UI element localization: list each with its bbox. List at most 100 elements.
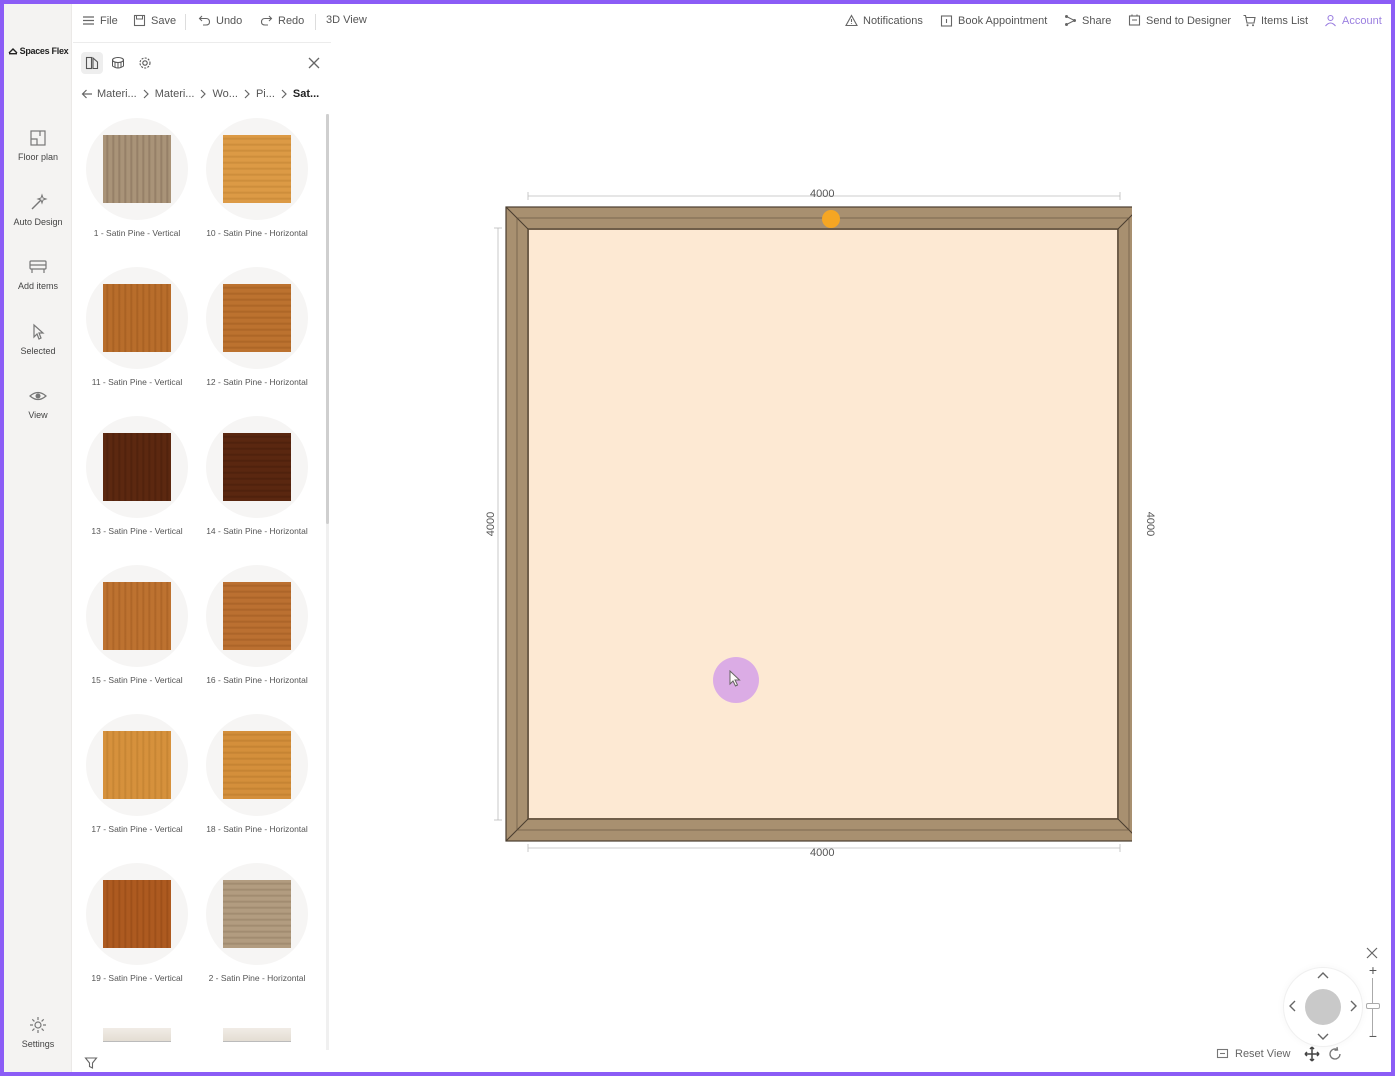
material-swatch-tile[interactable]: 16 - Satin Pine - Horizontal <box>201 565 313 705</box>
material-swatch-tile[interactable]: 1 - Satin Pine - Vertical <box>81 118 193 258</box>
rail-item-floor-plan[interactable]: Floor plan <box>4 128 72 162</box>
filter-icon[interactable] <box>84 1056 98 1070</box>
mouse-pointer-icon <box>729 670 741 687</box>
material-swatch-tile[interactable]: 10 - Satin Pine - Horizontal <box>201 118 313 258</box>
chevron-left-icon[interactable] <box>1286 999 1300 1013</box>
rail-item-add-items[interactable]: Add items <box>4 257 72 291</box>
breadcrumb-item[interactable]: Materi... <box>97 88 137 100</box>
material-swatch-tile[interactable]: 14 - Satin Pine - Horizontal <box>201 416 313 556</box>
rail-item-label: Add items <box>17 281 59 291</box>
cursor-indicator <box>713 657 759 703</box>
chevron-up-icon[interactable] <box>1316 969 1330 983</box>
tab-texture[interactable] <box>107 52 129 74</box>
3d-view-label: 3D View <box>326 14 367 26</box>
breadcrumb-item[interactable]: Pi... <box>256 88 275 100</box>
rail-item-label: Auto Design <box>13 217 63 227</box>
zoom-slider-handle[interactable] <box>1366 1003 1380 1009</box>
share-label: Share <box>1082 14 1112 27</box>
share-button[interactable]: Share <box>1064 14 1111 27</box>
brand-name: Spaces Flex <box>19 46 69 56</box>
calendar-icon <box>940 15 953 27</box>
rail-item-view[interactable]: View <box>4 386 72 420</box>
send-to-designer-button[interactable]: Send to Designer <box>1128 14 1231 27</box>
file-menu-button[interactable]: File <box>82 14 118 27</box>
hamburger-icon <box>83 16 94 25</box>
close-icon[interactable] <box>305 54 323 72</box>
dimension-bottom: 4000 <box>810 847 835 859</box>
swatch-image <box>223 731 291 799</box>
items-list-button[interactable]: Items List <box>1243 14 1308 27</box>
left-rail: Spaces Flex Floor plan Auto Design Add i… <box>4 4 72 1072</box>
account-label: Account <box>1342 14 1382 27</box>
account-button[interactable]: Account <box>1324 14 1382 27</box>
swatch-image <box>103 433 171 501</box>
chevron-down-icon[interactable] <box>1316 1029 1330 1043</box>
swatch-image <box>223 582 291 650</box>
dimension-left: 4000 <box>485 511 498 537</box>
swatch-label: 17 - Satin Pine - Vertical <box>91 824 183 834</box>
save-label: Save <box>151 14 177 27</box>
zoom-out-button[interactable]: − <box>1367 1028 1379 1044</box>
texture-icon <box>111 56 125 69</box>
tab-panel-settings[interactable] <box>134 52 156 74</box>
reset-view-label: Reset View <box>1235 1047 1291 1060</box>
material-swatch-tile[interactable]: 2 - Satin Pine - Horizontal <box>201 863 313 1003</box>
swatch-label: 16 - Satin Pine - Horizontal <box>206 675 308 685</box>
reset-view-button[interactable]: Reset View <box>1216 1047 1290 1060</box>
toolbar-divider <box>315 14 316 30</box>
material-swatch-tile[interactable]: 17 - Satin Pine - Vertical <box>81 714 193 854</box>
material-swatch-tile[interactable]: 15 - Satin Pine - Vertical <box>81 565 193 705</box>
swatch-image <box>223 284 291 352</box>
share-icon <box>1065 15 1076 26</box>
rail-item-auto-design[interactable]: Auto Design <box>4 193 72 227</box>
material-swatch-tile[interactable]: 18 - Satin Pine - Horizontal <box>201 714 313 854</box>
swatch-image <box>223 880 291 948</box>
wall-drag-handle[interactable] <box>822 210 840 228</box>
move-icon[interactable] <box>1304 1046 1320 1062</box>
swatch-image <box>223 1028 291 1042</box>
3d-view-button[interactable]: 3D View <box>326 14 367 26</box>
breadcrumb-current: Sat... <box>292 88 320 100</box>
breadcrumb-item[interactable]: Materi... <box>155 88 195 100</box>
breadcrumb: Materi... Materi... Wo... Pi... Sat... <box>81 88 326 100</box>
close-icon[interactable] <box>1365 946 1379 960</box>
floor-plan-canvas[interactable]: 4000 4000 4000 4000 <box>332 40 1391 1072</box>
file-label: File <box>100 14 118 27</box>
material-swatch-tile[interactable]: 11 - Satin Pine - Vertical <box>81 267 193 407</box>
swatch-image <box>103 1028 171 1042</box>
redo-button[interactable]: Redo <box>260 14 304 27</box>
swatch-image <box>103 135 171 203</box>
material-swatch-tile[interactable]: 19 - Satin Pine - Vertical <box>81 863 193 1003</box>
book-appointment-button[interactable]: Book Appointment <box>940 14 1047 27</box>
back-arrow-icon[interactable] <box>81 88 93 100</box>
eye-icon <box>29 391 47 401</box>
swatch-label: 19 - Satin Pine - Vertical <box>91 973 183 983</box>
scrollbar-thumb[interactable] <box>326 114 329 524</box>
navigation-center-button[interactable] <box>1305 989 1341 1025</box>
swatch-label: 15 - Satin Pine - Vertical <box>91 675 183 685</box>
room-floor[interactable] <box>529 230 1117 818</box>
chevron-right-icon[interactable] <box>1346 999 1360 1013</box>
dimension-top: 4000 <box>810 188 835 200</box>
undo-button[interactable]: Undo <box>198 14 242 27</box>
rail-item-label: View <box>28 410 48 420</box>
warning-icon <box>845 14 858 27</box>
zoom-in-button[interactable]: + <box>1367 962 1379 978</box>
material-swatch-tile[interactable]: 13 - Satin Pine - Vertical <box>81 416 193 556</box>
material-swatch-tile[interactable]: 12 - Satin Pine - Horizontal <box>201 267 313 407</box>
chevron-right-icon <box>281 89 287 99</box>
rail-item-settings[interactable]: Settings <box>4 1015 72 1049</box>
rotate-icon[interactable] <box>1327 1046 1343 1062</box>
brand-logo[interactable]: Spaces Flex <box>4 46 72 56</box>
materials-icon <box>85 56 99 70</box>
notifications-button[interactable]: Notifications <box>845 14 923 27</box>
breadcrumb-item[interactable]: Wo... <box>212 88 237 100</box>
rail-item-selected[interactable]: Selected <box>4 322 72 356</box>
swatch-grid: 1 - Satin Pine - Vertical 10 - Satin Pine… <box>81 118 317 1068</box>
swatch-image <box>103 582 171 650</box>
save-button[interactable]: Save <box>133 14 176 27</box>
designer-icon <box>1128 14 1141 26</box>
swatch-label: 11 - Satin Pine - Vertical <box>91 377 183 387</box>
tab-materials[interactable] <box>81 52 103 74</box>
chevron-right-icon <box>143 89 149 99</box>
